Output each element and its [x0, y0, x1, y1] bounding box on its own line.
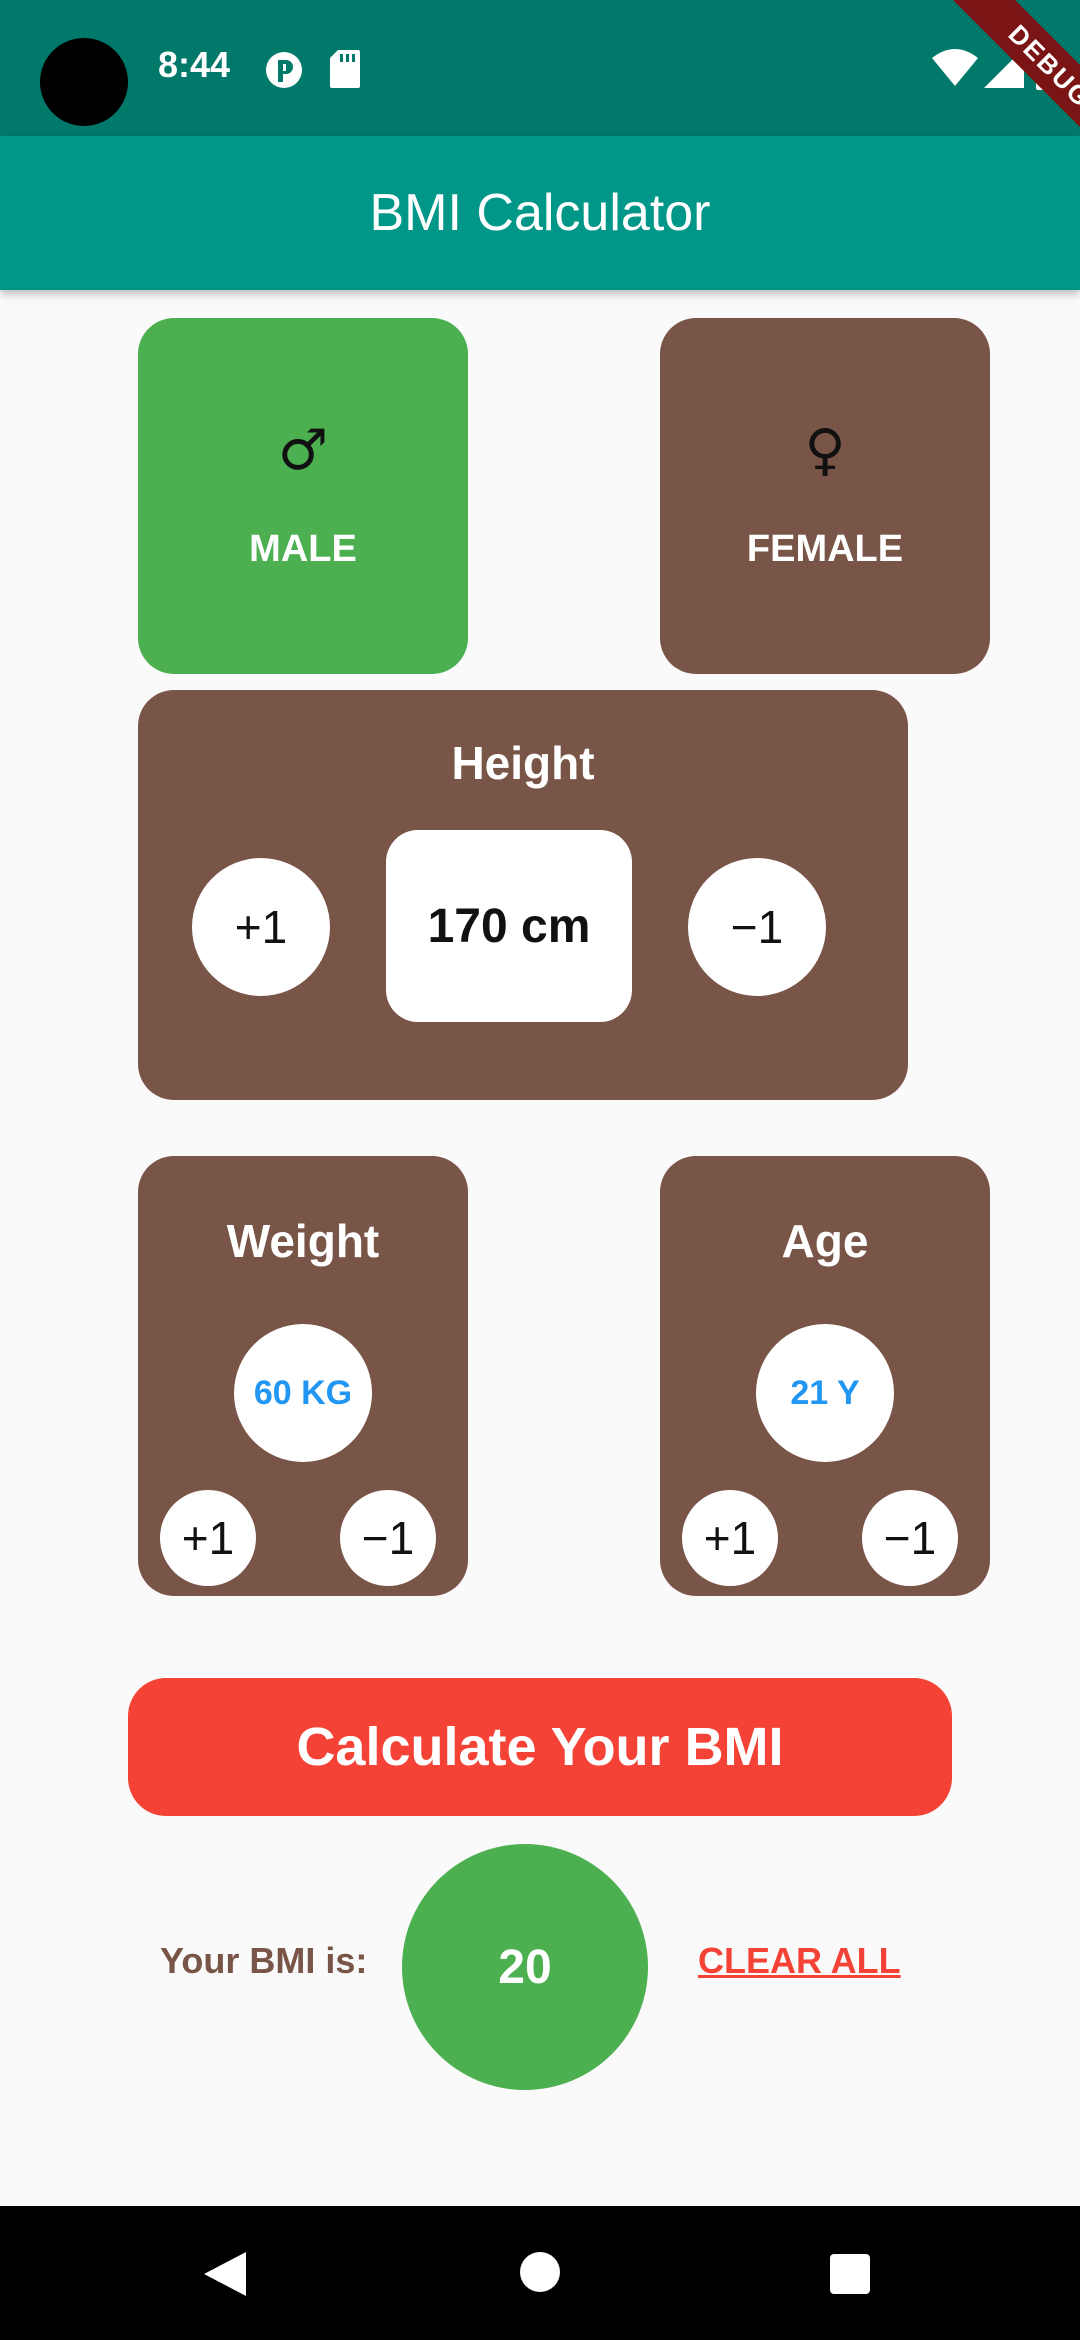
weight-value: 60 KG	[234, 1324, 372, 1462]
male-card[interactable]: ♂ MALE	[138, 318, 468, 674]
bmi-result-value: 20	[402, 1844, 648, 2090]
weight-increment-button[interactable]: +1	[160, 1490, 256, 1586]
back-icon[interactable]	[204, 2252, 246, 2296]
height-card: Height +1 170 cm −1	[138, 690, 908, 1100]
weight-title: Weight	[226, 1215, 380, 1267]
female-label: FEMALE	[746, 528, 904, 570]
male-label: MALE	[249, 528, 357, 570]
weight-card: Weight 60 KG +1 −1	[138, 1156, 468, 1596]
weight-decrement-button[interactable]: −1	[340, 1490, 436, 1586]
status-time: 8:44	[158, 44, 231, 85]
age-title: Age	[781, 1215, 869, 1267]
app-title: BMI Calculator	[369, 184, 711, 242]
bmi-result-label: Your BMI is:	[160, 1940, 368, 1981]
age-decrement-button[interactable]: −1	[862, 1490, 958, 1586]
camera-cutout	[40, 38, 128, 126]
home-icon[interactable]	[520, 2252, 560, 2292]
height-increment-button[interactable]: +1	[192, 858, 330, 996]
calculate-bmi-button[interactable]: Calculate Your BMI	[128, 1678, 952, 1816]
height-value: 170 cm	[386, 830, 632, 1022]
age-card: Age 21 Y +1 −1	[660, 1156, 990, 1596]
female-icon: ♀	[804, 418, 846, 483]
sd-card-icon	[330, 50, 360, 88]
age-increment-button[interactable]: +1	[682, 1490, 778, 1586]
female-card[interactable]: ♀ FEMALE	[660, 318, 990, 674]
clear-all-link[interactable]: CLEAR ALL	[698, 1940, 901, 1982]
age-value: 21 Y	[756, 1324, 894, 1462]
male-icon: ♂	[277, 418, 329, 483]
height-title: Height	[451, 737, 595, 789]
recents-icon[interactable]	[830, 2254, 870, 2294]
alarm-icon	[266, 52, 302, 88]
wifi-icon	[932, 49, 978, 86]
height-decrement-button[interactable]: −1	[688, 858, 826, 996]
